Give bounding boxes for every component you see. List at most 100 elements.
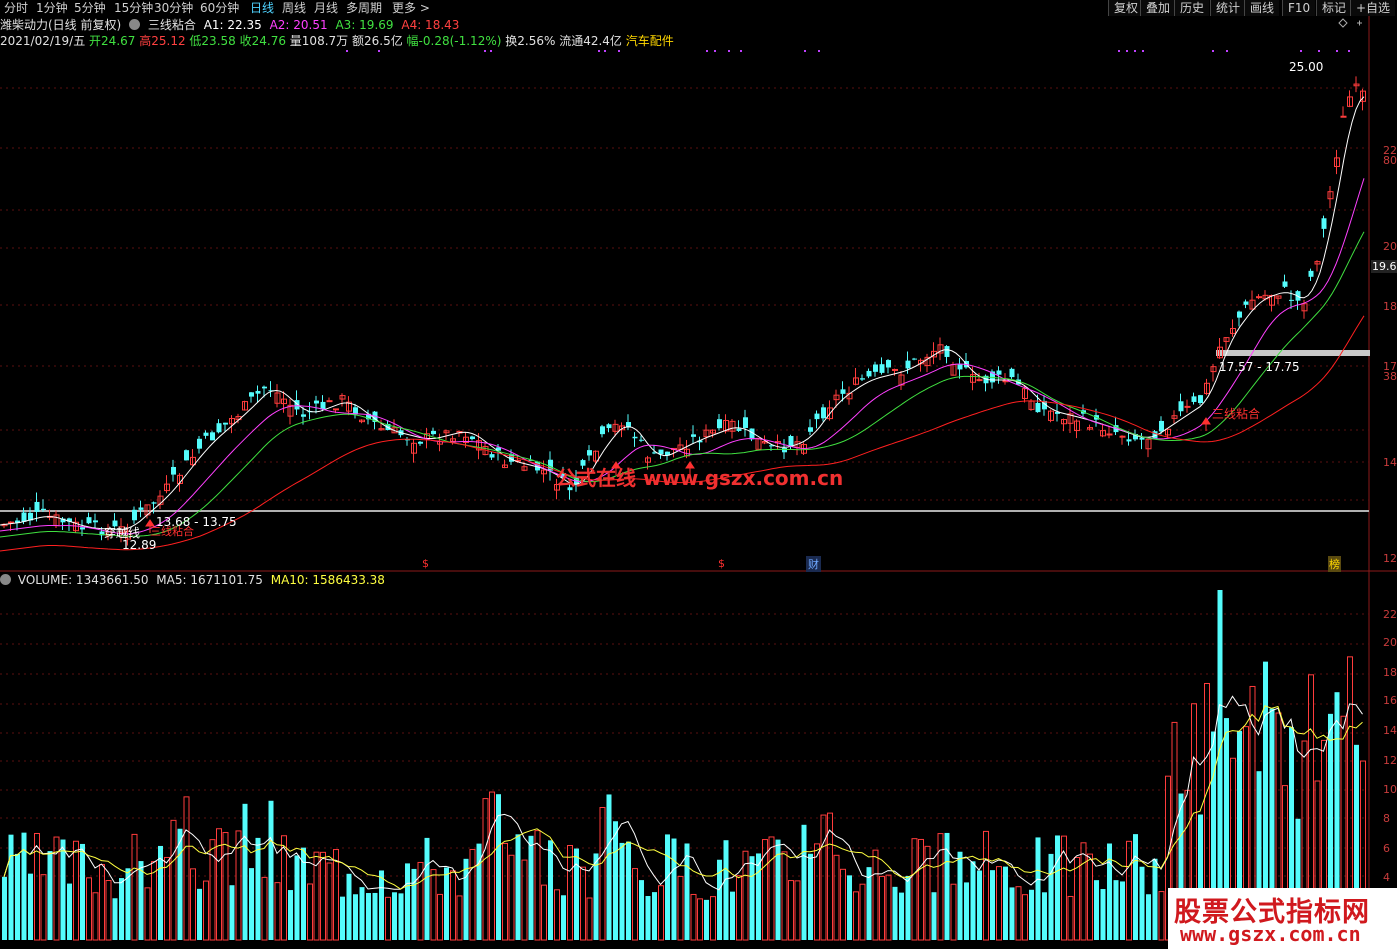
indicator-name[interactable]: 三线粘合 <box>148 18 196 32</box>
volume-bar <box>528 835 534 940</box>
toolbar-button-7[interactable]: +自选 <box>1350 0 1396 16</box>
period-tab-5[interactable]: 60分钟 <box>200 0 239 16</box>
volume-bar <box>957 851 963 940</box>
period-tab-2[interactable]: 5分钟 <box>74 0 106 16</box>
period-tab-1[interactable]: 1分钟 <box>36 0 68 16</box>
volume-bar <box>899 892 904 940</box>
toolbar-button-4[interactable]: 画线 <box>1244 0 1280 16</box>
volume-tick: 14 <box>1383 724 1397 737</box>
period-tab-8[interactable]: 月线 <box>314 0 338 16</box>
candle-body <box>314 400 319 404</box>
candle-body <box>1256 296 1262 299</box>
volume-bar <box>918 838 924 941</box>
candle-body <box>86 517 92 524</box>
volume-bar <box>417 861 424 941</box>
volume-bar <box>742 850 749 941</box>
volume-bar <box>905 875 911 940</box>
period-tab-10[interactable]: 更多 > <box>392 0 430 16</box>
volume-bar <box>593 853 599 940</box>
signal-dot <box>714 50 716 52</box>
volume-bar <box>496 794 501 940</box>
volume-bar <box>1003 866 1008 940</box>
candle-body <box>489 454 495 458</box>
volume-bar <box>203 880 209 941</box>
volume-bar <box>372 892 378 940</box>
peak-label: 25.00 <box>1289 60 1324 74</box>
signal-dot <box>1348 50 1350 52</box>
volume-bar <box>1015 886 1022 941</box>
candle-body <box>1119 435 1126 438</box>
volume-bar <box>1107 843 1112 940</box>
dollar-mark-1[interactable]: $ <box>422 557 429 570</box>
candle-body <box>1009 368 1015 378</box>
volume-bar <box>47 851 53 940</box>
period-tab-3[interactable]: 15分钟 <box>114 0 153 16</box>
up-arrow-icon <box>1201 417 1211 431</box>
candle-body <box>1159 420 1164 432</box>
signal-dot <box>706 50 708 52</box>
volume-bar <box>1113 880 1119 940</box>
volume-bar <box>73 840 79 941</box>
volume-bar <box>613 821 618 940</box>
dropdown-icon[interactable] <box>129 19 141 30</box>
volume-tick: 12 <box>1383 754 1397 767</box>
volume-bar <box>521 859 528 941</box>
period-tab-0[interactable]: 分时 <box>4 0 28 16</box>
volume-bar <box>814 843 820 941</box>
volume-bar <box>15 853 20 940</box>
signal-dot <box>378 50 380 52</box>
candle-body <box>171 466 176 475</box>
volume-bar <box>28 873 33 940</box>
volume-bar <box>879 875 885 941</box>
dollar-mark-2[interactable]: $ <box>718 557 725 570</box>
candle-body <box>1139 437 1145 440</box>
volume-bar <box>1094 880 1099 940</box>
volume-bar <box>353 894 358 940</box>
candle-body <box>34 501 40 512</box>
volume-bar <box>508 854 515 941</box>
signal-dot <box>1212 50 1214 52</box>
candle-body <box>860 378 865 380</box>
period-tab-9[interactable]: 多周期 <box>346 0 382 16</box>
volume-bar <box>840 868 846 941</box>
period-tab-6[interactable]: 日线 <box>250 0 274 16</box>
period-tab-7[interactable]: 周线 <box>282 0 306 16</box>
candle-body <box>1321 218 1327 229</box>
toolbar-button-0[interactable]: 复权 <box>1108 0 1144 16</box>
volume-bar <box>164 856 170 941</box>
quote-sector[interactable]: 汽车配件 <box>626 34 674 48</box>
toolbar-button-3[interactable]: 统计 <box>1210 0 1246 16</box>
toolbar-button-1[interactable]: 叠加 <box>1140 0 1176 16</box>
volume-ma5-line <box>3 695 1363 891</box>
collapse-icon[interactable] <box>0 574 11 585</box>
candle-body <box>606 424 612 429</box>
toolbar-button-6[interactable]: 标记 <box>1316 0 1352 16</box>
toolbar-button-5[interactable]: F10 <box>1282 0 1316 16</box>
period-tab-4[interactable]: 30分钟 <box>154 0 193 16</box>
signal-dot <box>740 50 742 52</box>
quote-low: 低23.58 <box>189 34 236 48</box>
volume-bar <box>379 870 384 940</box>
candle-body <box>879 364 885 373</box>
rank-mark[interactable]: 榜 <box>1328 556 1341 572</box>
volume-bar <box>970 861 976 940</box>
stock-name[interactable]: 潍柴动力(日线 前复权) <box>0 18 121 32</box>
volume-bar <box>749 856 755 940</box>
candle-body <box>470 436 475 440</box>
volume-bar <box>450 870 456 941</box>
volume-bar <box>1120 881 1125 940</box>
candle-body <box>788 436 794 447</box>
fin-mark[interactable]: 财 <box>806 556 821 572</box>
volume-bar <box>541 884 547 941</box>
candle-body <box>80 527 85 530</box>
volume-value: VOLUME: 1343661.50 <box>17 573 149 587</box>
volume-bar <box>756 853 761 940</box>
candle-body <box>216 423 222 433</box>
watermark: 股票公式指标网 www.gszx.com.cn <box>1168 888 1397 949</box>
candle-body <box>1106 433 1113 436</box>
volume-bar <box>21 832 27 940</box>
volume-bar <box>768 836 775 941</box>
candle-body <box>1126 439 1132 442</box>
toolbar-button-2[interactable]: 历史 <box>1174 0 1210 16</box>
volume-bar <box>405 863 410 940</box>
